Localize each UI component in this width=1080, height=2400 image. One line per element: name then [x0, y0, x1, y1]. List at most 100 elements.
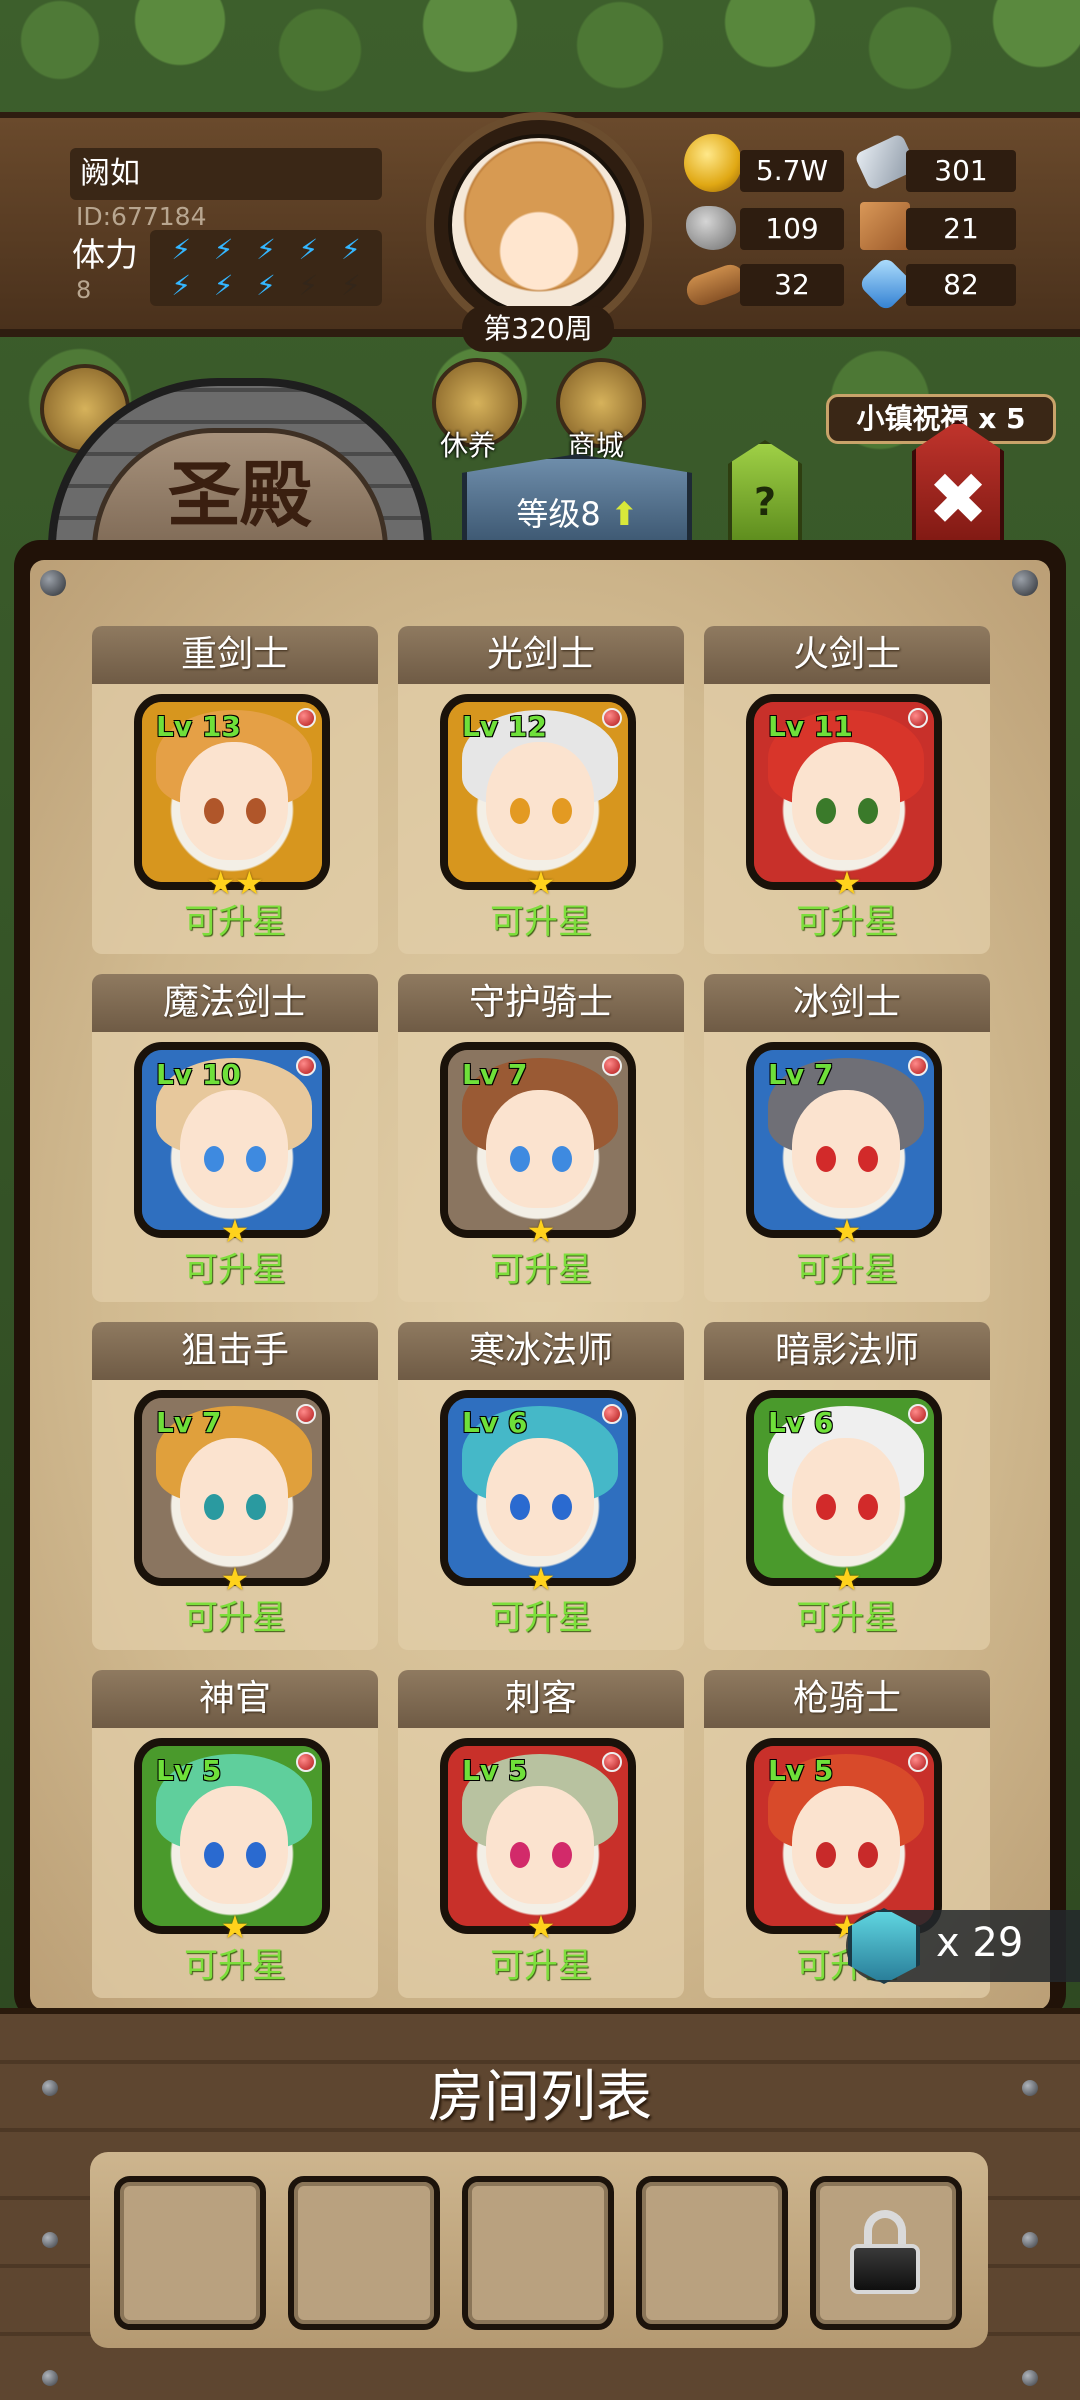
- hero-card[interactable]: 魔法剑士 Lv 10 ★ 可升星: [92, 974, 378, 1302]
- hero-portrait[interactable]: Lv 7: [134, 1390, 330, 1586]
- room-slot[interactable]: [462, 2176, 614, 2330]
- hero-card[interactable]: 刺客 Lv 5 ★ 可升星: [398, 1670, 684, 1998]
- gold-amount: 5.7W: [740, 150, 844, 192]
- upgrade-status: 可升星: [490, 1250, 592, 1290]
- stone-amount: 109: [740, 208, 844, 250]
- nail: [42, 2232, 58, 2248]
- lightning-icon: ⚡: [213, 233, 234, 266]
- hero-level: Lv 5: [768, 1754, 834, 1787]
- hero-card[interactable]: 冰剑士 Lv 7 ★ 可升星: [704, 974, 990, 1302]
- screen-title: 圣殿: [167, 453, 312, 537]
- upgrade-status: 可升星: [490, 1598, 592, 1638]
- hero-card[interactable]: 狙击手 Lv 7 ★ 可升星: [92, 1322, 378, 1650]
- lightning-empty-icon: ⚡: [298, 269, 319, 302]
- notification-dot-icon: [296, 1404, 316, 1424]
- lightning-icon: ⚡: [256, 269, 276, 302]
- stamina-count: 8: [76, 276, 92, 304]
- hero-name: 火剑士: [704, 626, 990, 684]
- hero-level: Lv 5: [156, 1754, 222, 1787]
- hero-name: 守护骑士: [398, 974, 684, 1032]
- upgrade-status: 可升星: [184, 1946, 286, 1986]
- notification-dot-icon: [602, 1752, 622, 1772]
- hero-level: Lv 7: [768, 1058, 834, 1091]
- lightning-icon: ⚡: [213, 269, 234, 302]
- token-count: x 29: [936, 1920, 1024, 1966]
- rivet: [40, 570, 66, 596]
- hero-card[interactable]: 暗影法师 Lv 6 ★ 可升星: [704, 1322, 990, 1650]
- hero-name: 寒冰法师: [398, 1322, 684, 1380]
- upgrade-status: 可升星: [490, 1946, 592, 1986]
- notification-dot-icon: [908, 1752, 928, 1772]
- wood-amount: 32: [740, 264, 844, 306]
- lightning-icon: ⚡: [298, 233, 319, 266]
- lightning-icon: ⚡: [171, 269, 192, 302]
- player-avatar[interactable]: [448, 134, 630, 316]
- hero-name: 狙击手: [92, 1322, 378, 1380]
- notification-dot-icon: [602, 1404, 622, 1424]
- hero-card[interactable]: 神官 Lv 5 ★ 可升星: [92, 1670, 378, 1998]
- treasure-map-icon: [860, 202, 910, 250]
- room-slot[interactable]: [288, 2176, 440, 2330]
- notification-dot-icon: [602, 708, 622, 728]
- hero-portrait[interactable]: Lv 6: [440, 1390, 636, 1586]
- hero-level: Lv 5: [462, 1754, 528, 1787]
- hero-card[interactable]: 寒冰法师 Lv 6 ★ 可升星: [398, 1322, 684, 1650]
- hero-portrait[interactable]: Lv 5: [134, 1738, 330, 1934]
- hero-level: Lv 10: [156, 1058, 241, 1091]
- hero-name: 神官: [92, 1670, 378, 1728]
- hero-card[interactable]: 重剑士 Lv 13 ★★ 可升星: [92, 626, 378, 954]
- room-slot[interactable]: [636, 2176, 788, 2330]
- hero-card[interactable]: 守护骑士 Lv 7 ★ 可升星: [398, 974, 684, 1302]
- notification-dot-icon: [296, 708, 316, 728]
- upgrade-status: 可升星: [490, 902, 592, 942]
- arrow-up-icon: ⬆: [610, 495, 638, 533]
- notification-dot-icon: [908, 1404, 928, 1424]
- lightning-icon: ⚡: [256, 233, 276, 266]
- hero-level: Lv 13: [156, 710, 241, 743]
- player-id: ID:677184: [76, 202, 207, 231]
- hero-portrait[interactable]: Lv 5: [746, 1738, 942, 1934]
- iron-amount: 301: [906, 150, 1016, 192]
- room-list-title: 房间列表: [428, 2065, 652, 2130]
- lightning-icon: ⚡: [171, 233, 192, 266]
- stamina-bar: ⚡ ⚡ ⚡ ⚡ ⚡ ⚡ ⚡ ⚡ ⚡ ⚡: [150, 230, 382, 306]
- hero-card[interactable]: 火剑士 Lv 11 ★ 可升星: [704, 626, 990, 954]
- hero-name: 光剑士: [398, 626, 684, 684]
- stamina-label: 体力: [72, 235, 138, 274]
- lightning-empty-icon: ⚡: [340, 269, 361, 302]
- upgrade-status: 可升星: [184, 1250, 286, 1290]
- hero-portrait[interactable]: Lv 11: [746, 694, 942, 890]
- hero-name: 魔法剑士: [92, 974, 378, 1032]
- upgrade-status: 可升星: [796, 1598, 898, 1638]
- hero-portrait[interactable]: Lv 10: [134, 1042, 330, 1238]
- nail: [1022, 2232, 1038, 2248]
- rest-label[interactable]: 休养: [440, 424, 496, 464]
- hero-card[interactable]: 光剑士 Lv 12 ★ 可升星: [398, 626, 684, 954]
- hero-name: 枪骑士: [704, 1670, 990, 1728]
- room-slot[interactable]: [114, 2176, 266, 2330]
- hero-portrait[interactable]: Lv 6: [746, 1390, 942, 1586]
- upgrade-status: 可升星: [184, 902, 286, 942]
- hero-name: 冰剑士: [704, 974, 990, 1032]
- hero-portrait[interactable]: Lv 5: [440, 1738, 636, 1934]
- hero-level: Lv 6: [462, 1406, 528, 1439]
- notification-dot-icon: [296, 1752, 316, 1772]
- hero-name: 重剑士: [92, 626, 378, 684]
- week-counter: 第320周: [462, 306, 614, 352]
- hero-level: Lv 11: [768, 710, 853, 743]
- hero-level: Lv 12: [462, 710, 547, 743]
- hero-portrait[interactable]: Lv 13: [134, 694, 330, 890]
- notification-dot-icon: [908, 1056, 928, 1076]
- hero-name: 暗影法师: [704, 1322, 990, 1380]
- hero-level: Lv 7: [462, 1058, 528, 1091]
- notification-dot-icon: [602, 1056, 622, 1076]
- hero-portrait[interactable]: Lv 12: [440, 694, 636, 890]
- hero-portrait[interactable]: Lv 7: [440, 1042, 636, 1238]
- hero-portrait[interactable]: Lv 7: [746, 1042, 942, 1238]
- rivet: [1012, 570, 1038, 596]
- upgrade-status: 可升星: [796, 902, 898, 942]
- lightning-icon: ⚡: [340, 233, 361, 266]
- player-name: 阙如: [70, 148, 382, 200]
- hero-name: 刺客: [398, 1670, 684, 1728]
- nail: [42, 2370, 58, 2386]
